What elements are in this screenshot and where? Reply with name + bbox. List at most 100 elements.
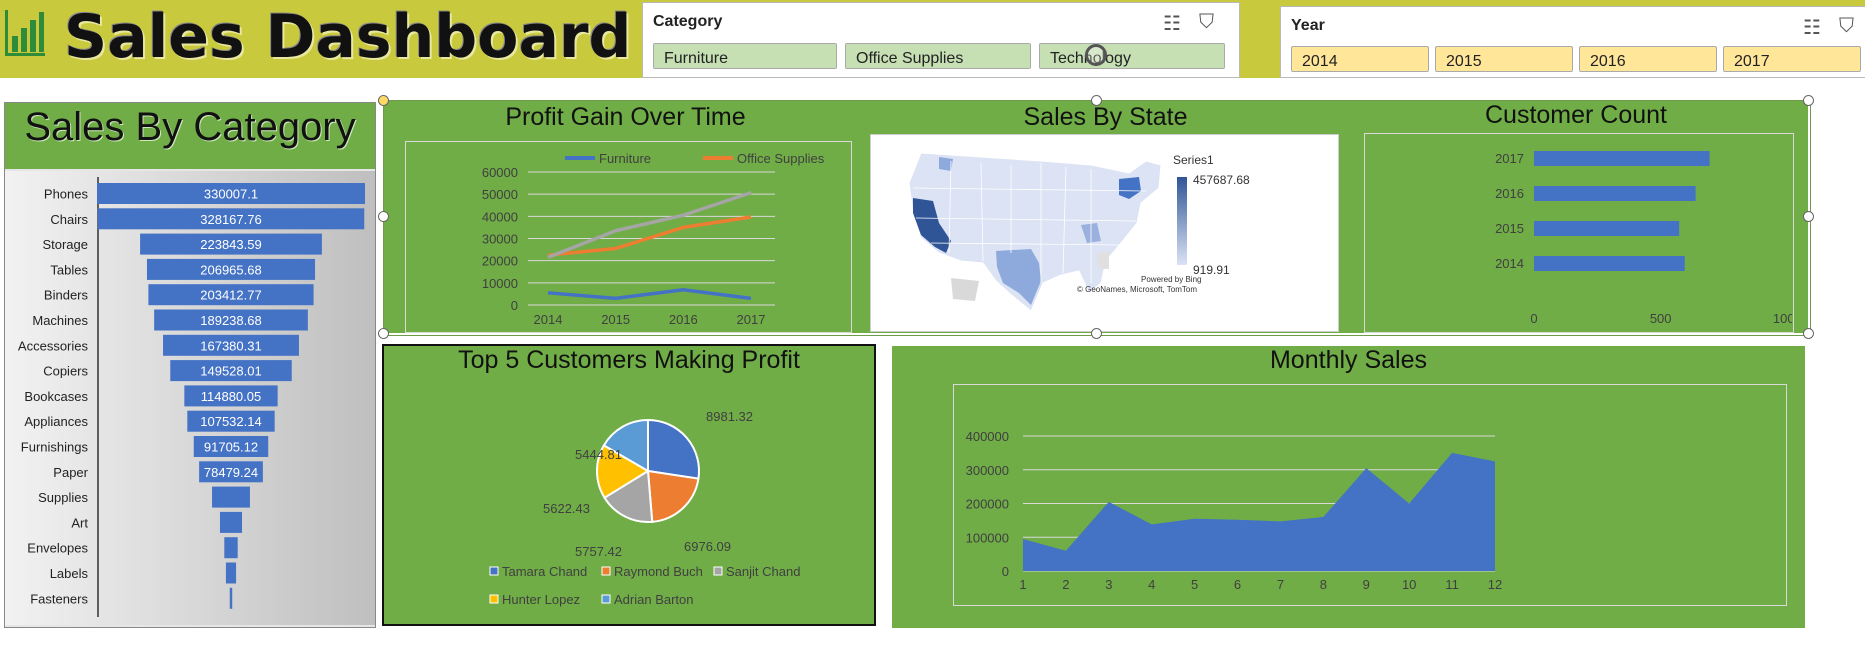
clear-filter-icon[interactable]: ⛉ (1839, 15, 1854, 38)
pie-value-label: 8981.32 (706, 409, 753, 424)
us-map-icon (908, 152, 1162, 312)
legend-label: Office Supplies (737, 151, 825, 166)
area-series (1023, 452, 1495, 571)
legend-label: Furniture (599, 151, 651, 166)
category-label: Machines (32, 313, 88, 328)
legend-swatch (713, 566, 723, 576)
x-tick-label: 0 (1530, 311, 1537, 326)
x-tick-label: 1000 (1773, 311, 1792, 326)
year-slicer-item[interactable]: 2014 (1291, 46, 1429, 72)
year-slicer-item[interactable]: 2015 (1435, 46, 1573, 72)
category-data-label: 223843.59 (200, 237, 261, 252)
year-slicer-item[interactable]: 2016 (1579, 46, 1717, 72)
category-data-label: 167380.31 (200, 338, 261, 353)
legend-label: Tamara Chand (502, 564, 587, 579)
top-customers-title: Top 5 Customers Making Profit (458, 346, 800, 374)
y-tick-label: 100000 (966, 530, 1009, 545)
sales-by-state-map: Series1 457687.68 919.91 Powered by Bing… (870, 134, 1339, 332)
category-data-label: 107532.14 (200, 414, 261, 429)
year-slicer-item[interactable]: 2017 (1723, 46, 1861, 72)
legend-label: Adrian Barton (614, 592, 694, 607)
x-tick-label: 500 (1650, 311, 1672, 326)
y-tick-label: 60000 (482, 165, 518, 180)
category-data-label: 203412.77 (200, 288, 261, 303)
resize-handle-icon[interactable] (1803, 95, 1814, 106)
category-data-label: 330007.1 (204, 187, 258, 202)
category-label: Supplies (38, 490, 88, 505)
sales-by-state-panel: Sales By State Series1 457687.68 919.91 … (867, 101, 1344, 333)
sales-by-category-chart: Phones 330007.1 Chairs 328167.76 Storage 2238… (18, 177, 365, 617)
category-slicer-title: Category (653, 13, 723, 30)
map-legend-max: 457687.68 (1193, 173, 1250, 187)
y-tick-label: 400000 (966, 429, 1009, 444)
monthly-sales-panel: Monthly Sales 0 100000 200000 300000 400000 1… (892, 346, 1805, 628)
resize-handle-icon[interactable] (378, 211, 389, 222)
x-tick-label: 10 (1402, 577, 1416, 592)
x-tick-label: 6 (1234, 577, 1241, 592)
monthly-sales-chart: 01000002000003000004000001 2 3 4 5 6 7 8 9 10 11 12 (966, 429, 1503, 592)
map-legend-title: Series1 (1173, 153, 1214, 167)
x-tick-label: 8 (1320, 577, 1327, 592)
x-tick-label: 2017 (737, 312, 766, 327)
category-slicer-item[interactable]: Technology (1039, 43, 1225, 69)
category-label: Furnishings (21, 440, 89, 455)
category-label: Storage (42, 237, 88, 252)
category-data-label: 206965.68 (200, 262, 261, 277)
customer-count-panel: Customer Count 0 500 1000 2017 2016 2015 2014 (1344, 101, 1808, 333)
resize-handle-icon[interactable] (1091, 328, 1102, 339)
y-tick-label: 40000 (482, 209, 518, 224)
y-tick-label: 300000 (966, 463, 1009, 478)
legend-label: Raymond Buch (614, 564, 703, 579)
map-credit-bing: Powered by Bing (1141, 275, 1202, 284)
y-tick-label: 0 (1002, 564, 1009, 579)
series-line (547, 190, 752, 259)
clear-filter-icon[interactable]: ⛉ (1199, 11, 1214, 34)
y-tick-label: 2016 (1495, 186, 1524, 201)
y-tick-label: 30000 (482, 232, 518, 247)
category-slicer-item[interactable]: Furniture (653, 43, 837, 69)
category-data-label: 91705.12 (204, 440, 258, 455)
x-tick-label: 11 (1445, 577, 1459, 592)
category-bar (229, 587, 233, 609)
customer-bar (1534, 151, 1710, 166)
x-tick-label: 1 (1019, 577, 1026, 592)
legend-swatch (601, 594, 611, 604)
multi-select-icon[interactable]: ☷ (1803, 15, 1821, 40)
legend-swatch (489, 566, 499, 576)
legend-swatch (601, 566, 611, 576)
year-slicer: Year ☷ ⛉ 2014 2015 2016 2017 (1280, 6, 1865, 78)
y-tick-label: 20000 (482, 254, 518, 269)
rotate-handle-icon[interactable] (1085, 44, 1107, 66)
profit-gain-chart: 0 10000 20000 30000 40000 50000 60000 2014 2015 2… (482, 151, 825, 327)
category-label: Bookcases (24, 389, 88, 404)
category-label: Labels (50, 566, 89, 581)
resize-handle-icon[interactable] (378, 328, 389, 339)
x-tick-label: 2015 (601, 312, 630, 327)
legend-label: Hunter Lopez (502, 592, 580, 607)
multi-select-icon[interactable]: ☷ (1163, 11, 1181, 36)
resize-handle-icon[interactable] (1803, 328, 1814, 339)
category-label: Copiers (43, 364, 88, 379)
sales-by-category-header: Sales By Category (5, 103, 375, 169)
category-data-label: 189238.68 (200, 313, 261, 328)
resize-handle-icon[interactable] (378, 95, 389, 106)
profit-gain-title: Profit Gain Over Time (505, 103, 746, 131)
y-tick-label: 0 (511, 298, 518, 313)
y-tick-label: 2017 (1495, 151, 1524, 166)
x-tick-label: 9 (1363, 577, 1370, 592)
monthly-sales-title: Monthly Sales (1269, 346, 1428, 374)
map-credit-data: © GeoNames, Microsoft, TomTom (1077, 285, 1197, 294)
category-bar (225, 562, 237, 584)
category-label: Chairs (50, 212, 88, 227)
resize-handle-icon[interactable] (1803, 211, 1814, 222)
x-tick-label: 7 (1277, 577, 1284, 592)
customer-count-chart: 0 500 1000 2017 2016 2015 2014 (1495, 151, 1792, 326)
category-slicer-item[interactable]: Office Supplies (845, 43, 1031, 69)
x-tick-label: 5 (1191, 577, 1198, 592)
resize-handle-icon[interactable] (1091, 95, 1102, 106)
category-label: Envelopes (27, 541, 88, 556)
y-tick-label: 2015 (1495, 221, 1524, 236)
category-label: Art (71, 515, 88, 530)
pie-value-label: 5757.42 (575, 544, 622, 559)
customer-bar (1534, 256, 1685, 271)
